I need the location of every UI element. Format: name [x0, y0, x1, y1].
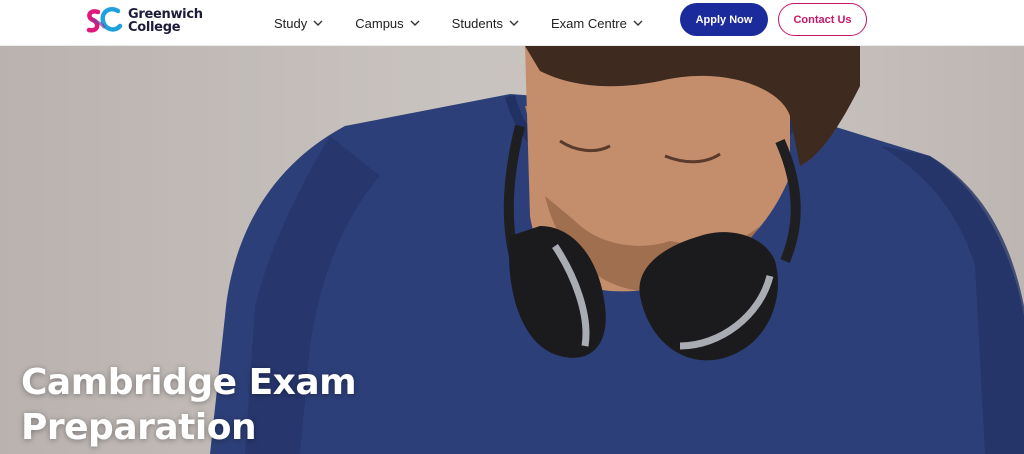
- nav-item-campus[interactable]: Campus: [355, 15, 420, 31]
- logo-mark-icon: [86, 6, 123, 33]
- hero-title: Cambridge Exam Preparation: [21, 360, 441, 450]
- chevron-down-icon: [410, 20, 420, 26]
- greenwich-college-logo[interactable]: Greenwich College: [84, 3, 203, 39]
- nav-item-label: Study: [274, 15, 308, 31]
- nav-item-label: Campus: [355, 15, 404, 31]
- apply-now-button[interactable]: Apply Now: [680, 3, 768, 36]
- nav-item-students[interactable]: Students: [452, 16, 519, 31]
- nav-item-label: Students: [451, 15, 503, 31]
- chevron-down-icon: [633, 20, 643, 26]
- logo-text-line2: College: [128, 20, 181, 35]
- nav-item-exam-centre[interactable]: Exam Centre: [551, 16, 643, 31]
- nav-item-study[interactable]: Study: [274, 16, 323, 31]
- contact-us-button[interactable]: Contact Us: [778, 3, 867, 36]
- hero-title-line1: Cambridge Exam: [21, 362, 357, 403]
- hero-title-line2: Preparation: [21, 407, 257, 448]
- hero-banner: Cambridge Exam Preparation: [0, 46, 1024, 454]
- chevron-down-icon: [313, 20, 323, 26]
- site-header: Greenwich College Study Campus Students …: [0, 0, 1024, 46]
- nav-item-label: Exam Centre: [551, 15, 627, 31]
- chevron-down-icon: [509, 20, 519, 26]
- logo-text: Greenwich College: [128, 8, 203, 34]
- main-nav: Study Campus Students Exam Centre: [274, 0, 675, 46]
